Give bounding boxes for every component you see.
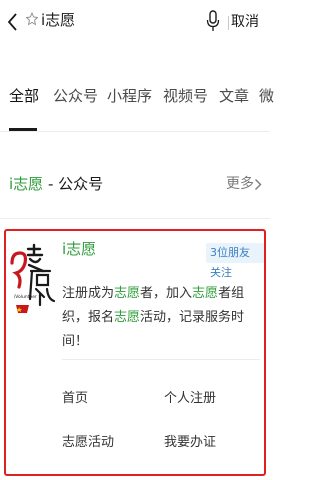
search-bar: i志愿 取消 <box>0 0 270 44</box>
menu-item-apply-certificate[interactable]: 我要办证 <box>164 433 216 453</box>
ivolunteer-logo[interactable]: iVolunteer <box>10 241 56 315</box>
menu-item-volunteer-activities[interactable]: 志愿活动 <box>62 433 114 453</box>
menu-item-home[interactable]: 首页 <box>62 389 88 409</box>
account-description: 注册成为志愿者，加入志愿者组织，报名志愿活动，记录服务时间！ <box>62 286 245 349</box>
tab-articles[interactable]: 文章 <box>219 86 249 106</box>
tab-official-accounts[interactable]: 公众号 <box>53 86 98 106</box>
menu-item-personal-register[interactable]: 个人注册 <box>164 389 216 409</box>
divider <box>0 131 270 132</box>
section-title: i志愿 - 公众号 <box>9 174 103 194</box>
cancel-button[interactable]: 取消 <box>231 12 259 32</box>
tab-bar: 全部 公众号 小程序 视频号 文章 微 <box>0 82 274 132</box>
logo-caption: iVolunteer <box>14 294 37 300</box>
section-title-keyword: i志愿 <box>9 175 44 193</box>
chevron-right-icon[interactable] <box>254 178 262 191</box>
tab-mini-programs[interactable]: 小程序 <box>107 86 152 106</box>
section-header: i志愿 - 公众号 更多 <box>0 170 270 200</box>
section-title-type: - 公众号 <box>43 175 104 193</box>
divider <box>0 218 270 219</box>
friends-following-badge: 3位朋友关注 <box>206 243 264 279</box>
star-icon <box>26 12 38 26</box>
tab-all[interactable]: 全部 <box>9 86 39 106</box>
microphone-icon[interactable] <box>206 10 220 32</box>
official-account-card[interactable]: iVolunteer i志愿 3位朋友关注 注册成为志愿者，加入志愿者组织，报名… <box>4 229 266 476</box>
divider <box>228 16 229 30</box>
tab-channels[interactable]: 视频号 <box>163 86 208 106</box>
divider <box>62 359 260 360</box>
more-link[interactable]: 更多 <box>226 174 254 194</box>
back-arrow-icon[interactable] <box>6 10 20 34</box>
search-input[interactable]: i志愿 <box>24 8 224 36</box>
tab-more[interactable]: 微 <box>259 86 274 106</box>
search-query: i志愿 <box>41 11 76 29</box>
account-name[interactable]: i志愿 <box>62 239 96 259</box>
